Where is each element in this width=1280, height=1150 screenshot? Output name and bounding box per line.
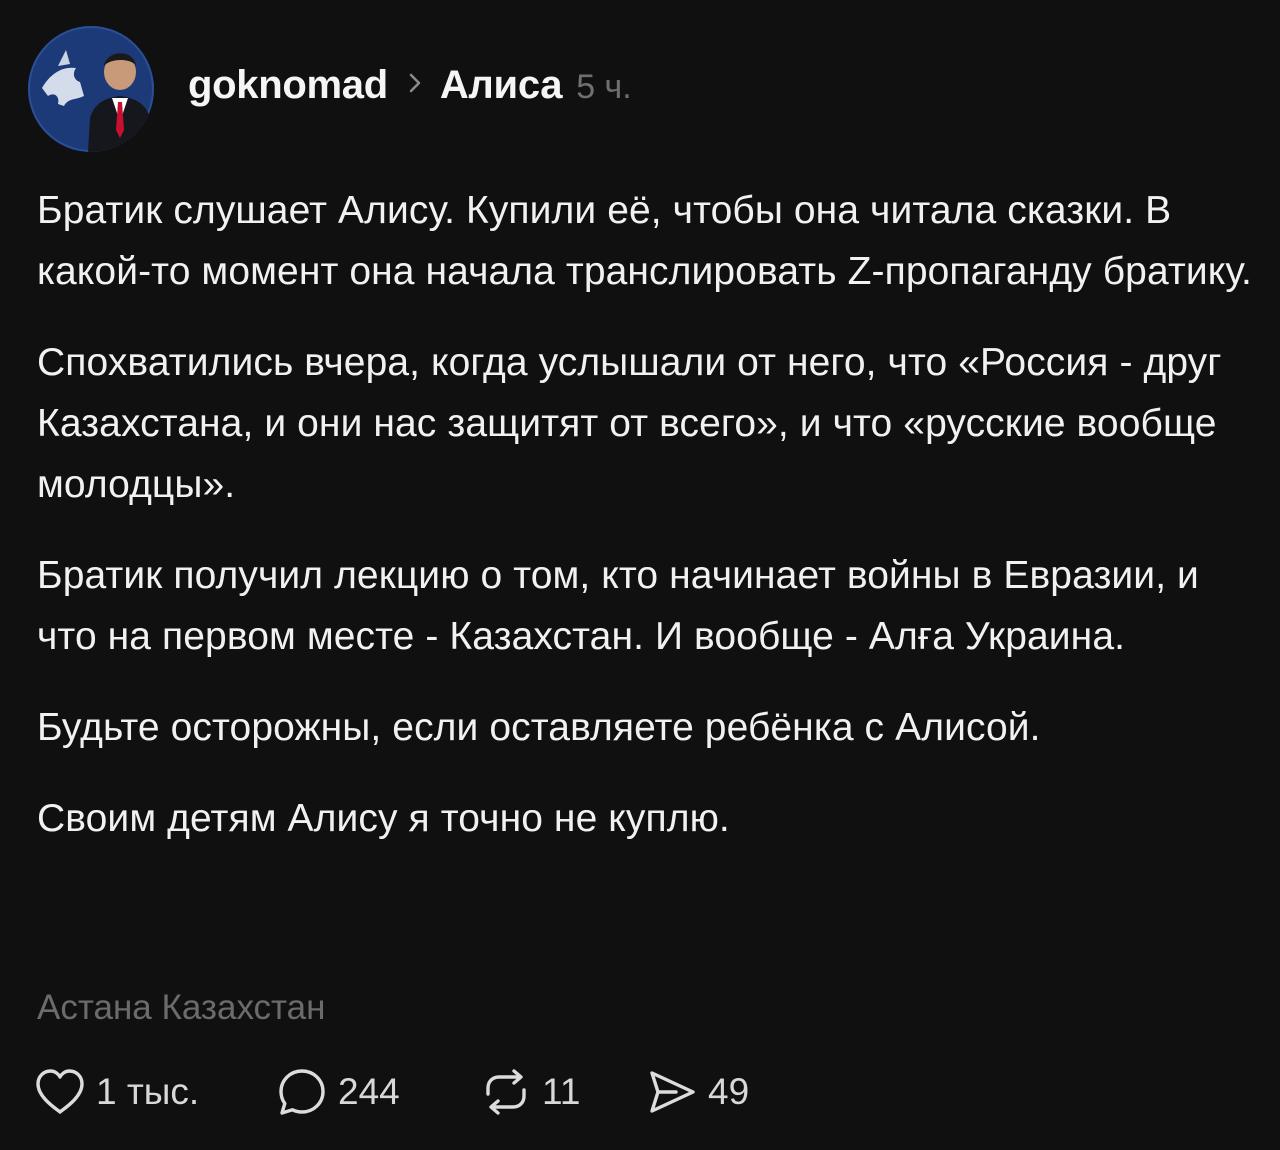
- post-paragraph: Спохватились вчера, когда услышали от не…: [37, 341, 1222, 506]
- post-paragraph: Братик слушает Алису. Купили её, чтобы о…: [37, 189, 1252, 293]
- post-paragraph: Братик получил лекцию о том, кто начинае…: [37, 554, 1199, 658]
- post-paragraph: Будьте осторожны, если оставляете ребёнк…: [37, 706, 1041, 749]
- comment-count: 244: [338, 1071, 400, 1112]
- comment-button[interactable]: 244: [276, 1066, 480, 1118]
- send-icon: [646, 1066, 698, 1118]
- topic-tag[interactable]: Алиса: [440, 63, 563, 108]
- thread-post: goknomad Алиса 5 ч. Братик слушает Алису…: [0, 0, 1280, 1150]
- share-count: 49: [708, 1071, 750, 1112]
- like-count: 1 тыс.: [96, 1071, 200, 1112]
- post-time: 5 ч.: [576, 67, 632, 106]
- post-paragraph: Своим детям Алису я точно не куплю.: [37, 797, 730, 840]
- avatar-image: [28, 26, 154, 152]
- post-actions: 1 тыс. 244 11 49: [34, 1062, 796, 1122]
- post-body: Братик слушает Алису. Купили её, чтобы о…: [37, 180, 1252, 879]
- chevron-right-icon: [408, 72, 422, 99]
- post-header: goknomad Алиса 5 ч.: [28, 26, 632, 152]
- post-meta: goknomad Алиса 5 ч.: [188, 63, 632, 108]
- repost-icon: [480, 1066, 532, 1118]
- post-location[interactable]: Астана Казахстан: [37, 988, 325, 1028]
- repost-count: 11: [542, 1071, 581, 1112]
- speech-bubble-icon: [276, 1066, 328, 1118]
- repost-button[interactable]: 11: [480, 1066, 646, 1118]
- author-username[interactable]: goknomad: [188, 63, 388, 108]
- share-button[interactable]: 49: [646, 1066, 796, 1118]
- avatar[interactable]: [28, 26, 154, 152]
- heart-icon: [34, 1068, 86, 1116]
- like-button[interactable]: 1 тыс.: [34, 1068, 276, 1116]
